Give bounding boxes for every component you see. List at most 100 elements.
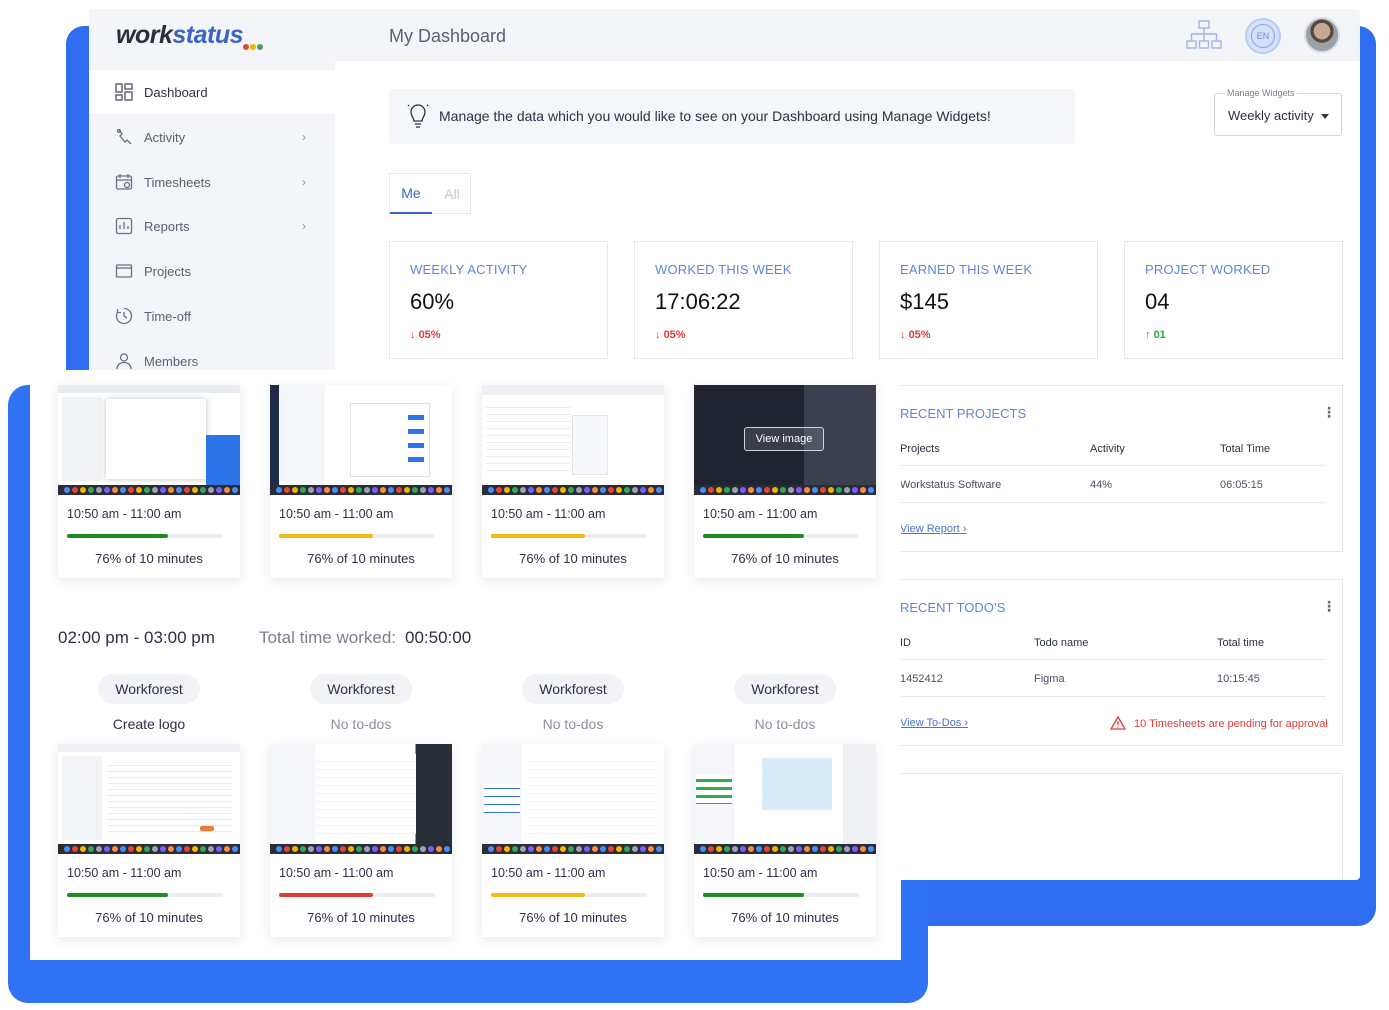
sidebar-item-label: Members: [144, 353, 199, 369]
scope-tabs: Me All: [389, 173, 471, 214]
logo-dot-red: [243, 44, 249, 50]
dock-app-icon: [624, 487, 630, 493]
sidebar-item-projects[interactable]: Projects: [89, 249, 335, 293]
activity-percent: 76% of 10 minutes: [95, 910, 203, 925]
project-pill[interactable]: Workforest: [522, 674, 624, 704]
dock-app-icon: [560, 846, 566, 852]
activity-percent: 76% of 10 minutes: [519, 551, 627, 566]
dock-app-icon: [152, 487, 158, 493]
tab-all[interactable]: All: [432, 174, 472, 214]
sidebar-item-time-off[interactable]: Time-off: [89, 294, 335, 338]
dock-app-icon: [812, 846, 818, 852]
dock-app-icon: [308, 846, 314, 852]
sidebar-item-timesheets[interactable]: Timesheets ›: [89, 160, 335, 204]
dock-app-icon: [748, 846, 754, 852]
dock-app-icon: [88, 487, 94, 493]
dock-app-icon: [112, 846, 118, 852]
todo-label: Create logo: [112, 716, 186, 732]
notice-text: Manage the data which you would like to …: [439, 108, 991, 124]
dock-app-icon: [828, 846, 834, 852]
manage-widgets-select[interactable]: Weekly activity: [1214, 93, 1342, 136]
screenshot-thumbnail[interactable]: [482, 385, 664, 495]
sidebar-item-label: Time-off: [144, 308, 191, 324]
dock-app-icon: [560, 487, 566, 493]
column-header: Total Time: [1220, 443, 1271, 455]
dock-app-icon: [168, 487, 174, 493]
stat-value: $145: [900, 289, 949, 314]
screenshot-thumbnail[interactable]: [58, 385, 240, 495]
screenshot-card[interactable]: View image 10:50 am - 11:00 am 76% of 10…: [694, 385, 876, 578]
workstatus-logo[interactable]: workstatus: [116, 21, 243, 50]
dock-app-icon: [380, 846, 386, 852]
dock-app-icon: [608, 487, 614, 493]
chevron-right-icon: ›: [302, 219, 306, 233]
screenshot-card[interactable]: 10:50 am - 11:00 am 76% of 10 minutes: [482, 385, 664, 578]
dock-app-icon: [788, 846, 794, 852]
dock-app-icon: [512, 846, 518, 852]
kebab-menu-icon[interactable]: ⋮: [1322, 598, 1336, 615]
arrow-down-icon: ↓: [900, 329, 909, 341]
view-image-button[interactable]: View image: [744, 427, 824, 451]
org-chart-icon[interactable]: [1185, 19, 1223, 51]
report-icon: [115, 217, 133, 235]
dock-app-icon: [332, 487, 338, 493]
dock-app-icon: [608, 846, 614, 852]
stat-value: 04: [1145, 289, 1170, 314]
kebab-menu-icon[interactable]: ⋮: [1322, 404, 1336, 421]
dock-app-icon: [96, 487, 102, 493]
dock-app-icon: [380, 487, 386, 493]
activity-progress-fill: [491, 534, 585, 538]
dock-app-icon: [656, 487, 662, 493]
screenshot-thumbnail[interactable]: [270, 385, 452, 495]
view-report-link[interactable]: View Report ›: [900, 523, 966, 535]
screenshot-thumbnail[interactable]: [482, 744, 664, 854]
stat-card-project-worked: PROJECT WORKED 04 ↑ 01: [1124, 241, 1343, 359]
sidebar-item-activity[interactable]: Activity ›: [89, 115, 335, 159]
dock-app-icon: [788, 487, 794, 493]
screenshot-thumbnail[interactable]: View image: [694, 385, 876, 495]
dock-app-icon: [748, 487, 754, 493]
screenshot-card[interactable]: 10:50 am - 11:00 am 76% of 10 minutes: [58, 744, 240, 937]
dock-app-icon: [96, 846, 102, 852]
project-pill[interactable]: Workforest: [98, 674, 200, 704]
dock-app-icon: [224, 487, 230, 493]
activity-progress: [703, 893, 859, 897]
dock-app-icon: [632, 487, 638, 493]
screenshot-thumbnail[interactable]: [58, 744, 240, 854]
recent-projects-panel: RECENT PROJECTS ⋮ Projects Activity Tota…: [889, 385, 1343, 552]
screenshot-card[interactable]: 10:50 am - 11:00 am 76% of 10 minutes: [482, 744, 664, 937]
stat-value: 17:06:22: [655, 289, 741, 314]
manage-widgets-label: Manage Widgets: [1225, 88, 1297, 98]
dock-app-icon: [184, 487, 190, 493]
dock-app-icon: [600, 846, 606, 852]
activity-progress: [491, 534, 647, 538]
tab-me[interactable]: Me: [390, 174, 432, 214]
activity-progress: [67, 534, 223, 538]
screenshot-card[interactable]: 10:50 am - 11:00 am 76% of 10 minutes: [58, 385, 240, 578]
stat-delta: ↑ 01: [1145, 329, 1166, 341]
activity-percent: 76% of 10 minutes: [731, 910, 839, 925]
sidebar-item-dashboard[interactable]: Dashboard: [89, 70, 335, 114]
screenshot-thumbnail[interactable]: [694, 744, 876, 854]
screenshot-card[interactable]: 10:50 am - 11:00 am 76% of 10 minutes: [270, 744, 452, 937]
screenshot-card[interactable]: 10:50 am - 11:00 am 76% of 10 minutes: [694, 744, 876, 937]
project-pill[interactable]: Workforest: [734, 674, 836, 704]
activity-progress-fill: [491, 893, 585, 897]
screenshot-thumbnail[interactable]: [270, 744, 452, 854]
language-button[interactable]: EN: [1245, 18, 1281, 54]
pending-approval-warning[interactable]: 10 Timesheets are pending for approval: [1134, 718, 1328, 730]
column-header: Activity: [1090, 443, 1125, 455]
stat-title: WEEKLY ACTIVITY: [410, 262, 528, 277]
dock-app-icon: [152, 846, 158, 852]
dock-app-icon: [324, 487, 330, 493]
screenshot-card[interactable]: 10:50 am - 11:00 am 76% of 10 minutes: [270, 385, 452, 578]
dock-app-icon: [724, 846, 730, 852]
dock-app-icon: [184, 846, 190, 852]
sidebar-item-reports[interactable]: Reports ›: [89, 204, 335, 248]
dock-app-icon: [836, 487, 842, 493]
user-avatar[interactable]: [1304, 17, 1340, 53]
activity-icon: [116, 128, 132, 145]
dock-app-icon: [740, 487, 746, 493]
view-todos-link[interactable]: View To-Dos ›: [900, 717, 968, 729]
project-pill[interactable]: Workforest: [310, 674, 412, 704]
